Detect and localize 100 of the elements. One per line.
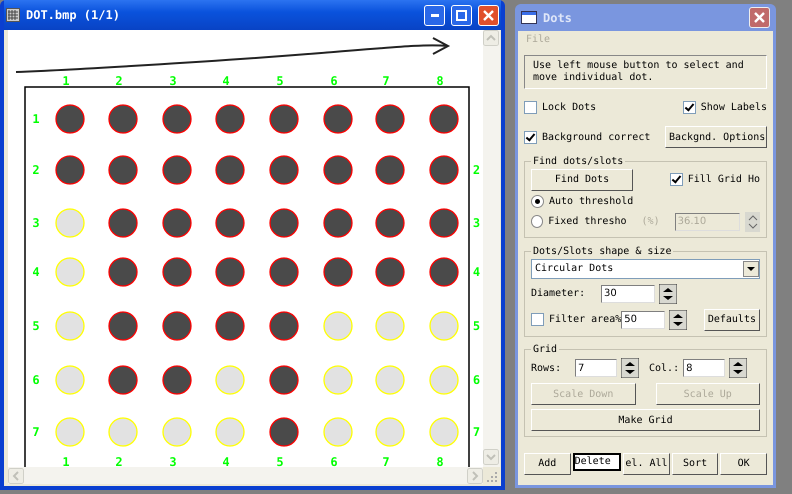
unit-label: (%)	[642, 216, 660, 228]
spinner-icon[interactable]	[669, 310, 688, 330]
row-label: 4	[32, 265, 40, 279]
spinner-icon[interactable]	[621, 358, 639, 378]
dot-marker[interactable]	[375, 208, 405, 238]
dot-marker[interactable]	[215, 257, 245, 287]
dot-marker[interactable]	[55, 104, 85, 134]
filter-field[interactable]: 50	[621, 310, 666, 329]
checkbox[interactable]: Fill Grid Ho	[670, 173, 760, 186]
minimize-button[interactable]	[424, 4, 445, 26]
dot-marker[interactable]	[269, 365, 299, 395]
maximize-icon	[456, 10, 467, 20]
column-label: 8	[436, 455, 444, 467]
checkbox[interactable]: Show Labels	[682, 100, 767, 114]
checkbox-label: Show Labels	[700, 102, 767, 113]
diameter-field[interactable]: 30	[601, 284, 655, 303]
columns-label: Col.:	[649, 362, 680, 374]
dot-marker[interactable]	[215, 208, 245, 238]
column-label: 6	[330, 455, 338, 467]
column-label: 4	[222, 455, 230, 467]
dot-marker[interactable]	[162, 365, 192, 395]
diameter-label: Diameter:	[531, 288, 586, 300]
dot-marker[interactable]	[162, 104, 192, 134]
grid-icon	[6, 8, 20, 22]
dot-marker[interactable]	[269, 417, 299, 447]
dot-marker[interactable]	[215, 155, 245, 185]
dialog-title: Dots	[543, 10, 572, 24]
dot-marker[interactable]	[108, 155, 138, 185]
footer-button[interactable]: Delete	[572, 452, 622, 471]
dot-marker[interactable]	[323, 104, 353, 134]
radio-option[interactable]: Auto threshold	[531, 194, 760, 208]
group-title: Grid	[532, 344, 558, 356]
dot-marker[interactable]	[269, 155, 299, 185]
dot-marker[interactable]	[162, 208, 192, 238]
row-label: 6	[32, 373, 40, 387]
dot-marker[interactable]	[269, 208, 299, 238]
columns-field[interactable]: 8	[683, 359, 726, 378]
dot-marker[interactable]	[108, 311, 138, 341]
close-icon	[483, 10, 494, 20]
resize-grip-icon[interactable]	[486, 470, 498, 482]
dot-marker[interactable]	[108, 365, 138, 395]
dot-marker[interactable]	[162, 311, 192, 341]
checkbox-label: Lock Dots	[542, 102, 596, 113]
column-label: 5	[276, 455, 284, 467]
dot-marker[interactable]	[215, 311, 245, 341]
dot-marker[interactable]	[269, 104, 299, 134]
dot-marker[interactable]	[429, 208, 459, 238]
spinner-icon[interactable]	[729, 358, 748, 378]
make-grid-button[interactable]: Make Grid	[531, 409, 760, 432]
shape-dropdown[interactable]: Circular Dots	[531, 258, 760, 279]
row-label: 7	[472, 425, 480, 439]
row-label: 5	[32, 319, 40, 333]
background-options-button[interactable]: Backgnd. Options	[665, 126, 767, 148]
dot-marker[interactable]	[429, 257, 459, 287]
find-dots-button[interactable]: Find Dots	[531, 168, 633, 191]
checkbox[interactable]: Filter area%	[531, 313, 622, 326]
column-label: 4	[222, 74, 230, 88]
defaults-button[interactable]: Defaults	[704, 308, 760, 331]
close-button[interactable]	[749, 7, 770, 28]
dot-marker[interactable]	[323, 257, 353, 287]
window-title: DOT.bmp (1/1)	[26, 8, 120, 22]
column-label: 1	[62, 74, 70, 88]
dot-marker[interactable]	[108, 257, 138, 287]
dot-marker[interactable]	[162, 155, 192, 185]
column-label: 3	[169, 455, 177, 467]
minimize-icon	[430, 14, 438, 16]
spinner-icon[interactable]	[659, 284, 677, 304]
column-label: 8	[436, 74, 444, 88]
checkbox[interactable]: Lock Dots	[524, 100, 596, 114]
dot-marker[interactable]	[429, 104, 459, 134]
dot-marker[interactable]	[269, 311, 299, 341]
dot-marker[interactable]	[429, 155, 459, 185]
footer-button[interactable]: Add	[524, 452, 571, 475]
column-label: 7	[382, 74, 390, 88]
column-label: 1	[62, 455, 70, 467]
footer-button[interactable]: Sort	[672, 452, 718, 475]
column-label: 6	[330, 74, 338, 88]
footer-button[interactable]: OK	[720, 452, 767, 475]
row-label: 3	[472, 216, 480, 230]
row-label: 6	[472, 373, 480, 387]
dot-marker[interactable]	[108, 104, 138, 134]
dot-marker[interactable]	[215, 104, 245, 134]
dot-marker[interactable]	[269, 257, 299, 287]
dot-marker[interactable]	[323, 155, 353, 185]
row-label: 5	[472, 319, 480, 333]
rows-label: Rows:	[531, 362, 562, 374]
dot-marker[interactable]	[55, 155, 85, 185]
dot-marker[interactable]	[375, 104, 405, 134]
row-label: 7	[32, 425, 40, 439]
dot-marker[interactable]	[108, 208, 138, 238]
footer-button[interactable]: el. All	[623, 452, 670, 475]
rows-field[interactable]: 7	[575, 359, 617, 378]
dot-marker[interactable]	[375, 257, 405, 287]
checkbox[interactable]: Background correct	[524, 130, 650, 144]
dot-marker[interactable]	[375, 155, 405, 185]
maximize-button[interactable]	[451, 4, 472, 26]
dot-marker[interactable]	[323, 208, 353, 238]
dot-marker[interactable]	[162, 257, 192, 287]
row-label: 2	[32, 163, 40, 177]
column-label: 2	[115, 455, 123, 467]
